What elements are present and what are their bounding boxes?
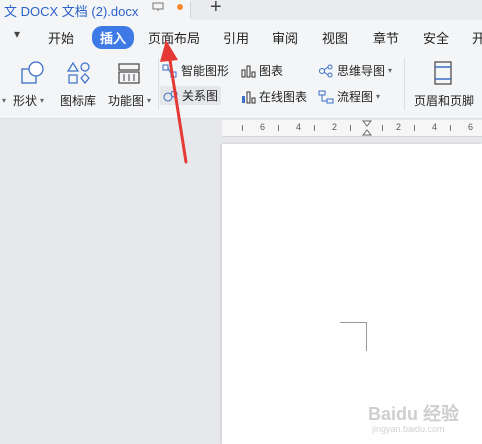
annotation-arrow-icon [160, 40, 188, 164]
